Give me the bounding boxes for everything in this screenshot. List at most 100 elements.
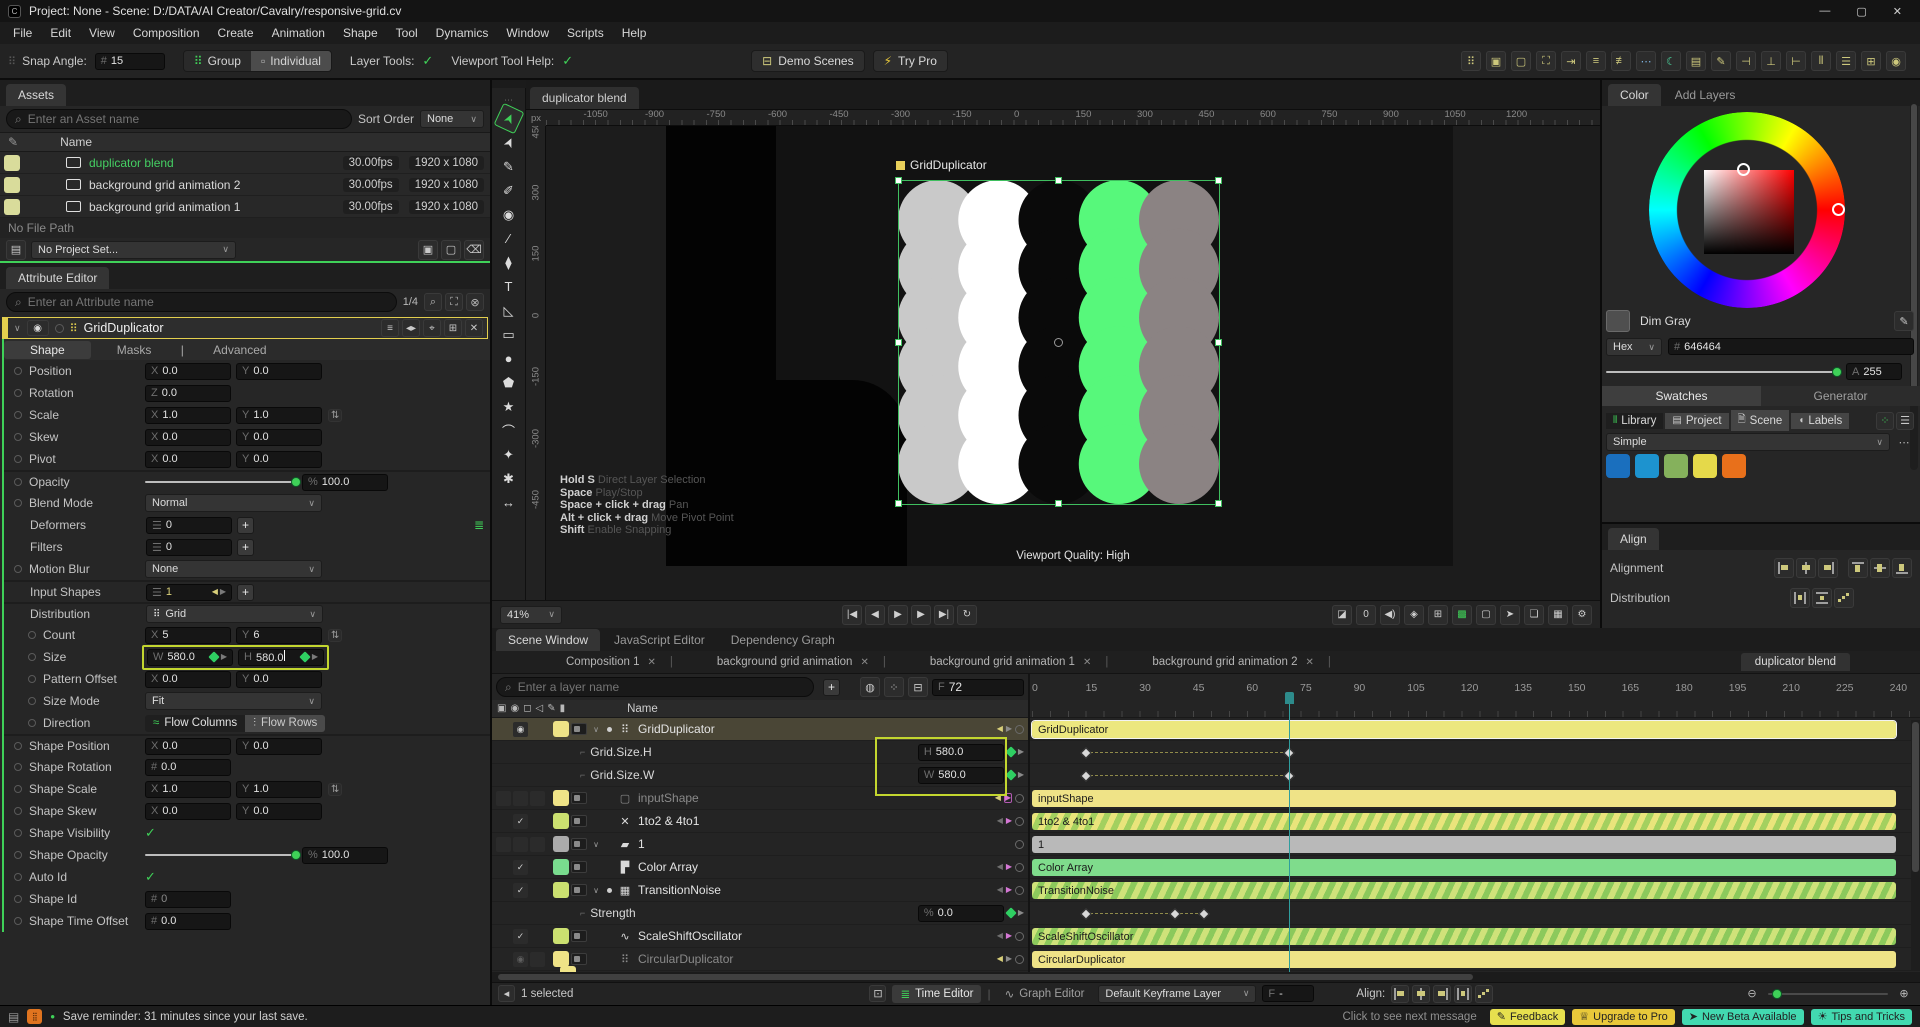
keyframe-dot[interactable] [14, 499, 22, 507]
snap-grid-icon[interactable]: ⠿ [1461, 51, 1481, 71]
align-center-v-button[interactable] [1870, 558, 1890, 578]
attr-field-Y[interactable]: Y0.0 [236, 429, 322, 446]
attr-field-Z[interactable]: Z0.0 [145, 385, 231, 402]
nib-tool-icon[interactable]: ⧫ [497, 251, 521, 274]
menu-dynamics[interactable]: Dynamics [427, 24, 498, 42]
viewport-tab[interactable]: duplicator blend [530, 87, 639, 109]
close-icon[interactable]: ✕ [648, 657, 656, 668]
comp-tab[interactable]: background grid animation✕ [703, 653, 883, 671]
layer-color-chip[interactable] [553, 836, 569, 852]
generator-tab[interactable]: Generator [1761, 386, 1920, 406]
arc-tool-icon[interactable]: ⌒ [497, 419, 521, 442]
keyframe-layer-dropdown[interactable]: Default Keyframe Layer∨ [1098, 985, 1256, 1003]
attr-tab-masks[interactable]: Masks [91, 341, 178, 359]
zoom-in-icon[interactable]: ⊕ [1894, 984, 1914, 1004]
align-bottom-button[interactable] [1892, 558, 1912, 578]
measure-tool-icon[interactable]: ◺ [497, 299, 521, 322]
timeline-ruler[interactable]: 0153045607590105120135150165180195210225… [1030, 674, 1920, 718]
keyframe-dot[interactable] [14, 807, 22, 815]
connection-circle[interactable] [1015, 863, 1024, 872]
list-view-icon[interactable]: ☰ [1896, 412, 1914, 430]
playhead[interactable] [1289, 704, 1290, 972]
next-key-icon[interactable]: ▶ [1018, 771, 1024, 779]
eye-icon[interactable]: ◉ [513, 722, 528, 737]
next-key-icon[interactable]: ▶ [1006, 817, 1012, 825]
timeline-bar[interactable]: inputShape [1032, 790, 1896, 807]
color-mode-dropdown[interactable]: Hex∨ [1606, 338, 1662, 356]
star-tool-icon[interactable]: ★ [497, 395, 521, 418]
keyframe-dot[interactable] [28, 675, 36, 683]
comp-tab[interactable]: background grid animation 2✕ [1138, 653, 1328, 671]
try-pro-button[interactable]: ⚡Try Pro [873, 50, 948, 72]
connection-circle[interactable] [1015, 932, 1024, 941]
project-folder-icon[interactable]: ▤ [6, 240, 26, 260]
attr-slider[interactable] [145, 481, 297, 483]
next-icon[interactable]: ▶ [220, 588, 226, 596]
next-key-icon[interactable]: ▶ [1006, 863, 1012, 871]
attr-field-X[interactable]: X0.0 [145, 671, 231, 688]
track-row[interactable] [1030, 741, 1920, 764]
magnet-icon[interactable]: ⛶ [1536, 51, 1556, 71]
utility-tool-icon[interactable]: ✱ [497, 467, 521, 490]
find-attr-icon[interactable]: ⌕ [424, 293, 442, 311]
next-key-icon[interactable]: ▶ [221, 653, 227, 661]
solo-toggle[interactable] [55, 324, 64, 333]
menu-tool[interactable]: Tool [387, 24, 427, 42]
track-row[interactable]: TransitionNoise [1030, 879, 1920, 902]
keyframe-icon[interactable] [299, 651, 310, 662]
color-swatch[interactable] [1722, 454, 1746, 478]
saturation-value-square[interactable] [1704, 170, 1794, 254]
attr-list-field[interactable]: ☰1◀▶ [146, 584, 232, 601]
panel-tab-javascript-editor[interactable]: JavaScript Editor [602, 629, 717, 651]
rows-icon[interactable]: ☰ [1836, 51, 1856, 71]
menu-help[interactable]: Help [613, 24, 656, 42]
close-icon[interactable]: ✕ [1305, 657, 1313, 668]
attr-field-X[interactable]: X0.0 [145, 803, 231, 820]
alpha-value-field[interactable]: A255 [1846, 363, 1902, 380]
camera-toggle[interactable] [571, 838, 587, 850]
enabled-checkbox[interactable]: ✓ [513, 860, 528, 875]
selection-handle[interactable] [1055, 177, 1062, 184]
next-key-icon[interactable]: ▶ [1018, 909, 1024, 917]
text-tool-icon[interactable]: T [497, 275, 521, 298]
layer-color-chip[interactable] [553, 813, 569, 829]
prev-icon[interactable]: ◀ [212, 588, 218, 596]
prev-next-icon[interactable]: ◂▸ [402, 319, 420, 337]
color-swatch[interactable] [1693, 454, 1717, 478]
attr-field-%[interactable]: %100.0 [302, 474, 388, 491]
display-icon[interactable]: ▢ [1476, 605, 1496, 625]
prev-key-icon[interactable]: ◀ [995, 794, 1001, 802]
more-options-icon[interactable]: ⋯ [1894, 432, 1914, 452]
next-key-icon[interactable]: ▶ [1006, 955, 1012, 963]
asset-color-chip[interactable] [4, 155, 20, 171]
keyframe-layer-frame-field[interactable]: F- [1262, 985, 1314, 1002]
add-layers-tab[interactable]: Add Layers [1663, 84, 1748, 106]
panel-tab-dependency-graph[interactable]: Dependency Graph [719, 629, 847, 651]
keyframe-diamond[interactable] [1080, 747, 1091, 758]
track-row[interactable] [1030, 902, 1920, 925]
attr-field-Y[interactable]: Y1.0 [236, 407, 322, 424]
keyframe-dot[interactable] [28, 631, 36, 639]
camera-toggle[interactable] [571, 792, 587, 804]
skip-to-end-button[interactable]: ▶| [934, 605, 954, 625]
layer-color-chip[interactable] [553, 721, 569, 737]
ruler-icon[interactable]: ▤ [1686, 51, 1706, 71]
track-row[interactable]: Color Array [1030, 856, 1920, 879]
collapse-icon[interactable]: ∨ [14, 323, 21, 334]
attr-tab-advanced[interactable]: Advanced [187, 341, 292, 359]
attr-field-X[interactable]: X0.0 [145, 738, 231, 755]
sparkle-tool-icon[interactable]: ✦ [497, 443, 521, 466]
status-badge[interactable]: ♕Upgrade to Pro [1572, 1009, 1674, 1025]
timeline-bar[interactable]: CircularDuplicator [1032, 951, 1896, 968]
link-xy-icon[interactable]: ⇅ [328, 409, 342, 422]
add-item-button[interactable]: + [237, 539, 254, 556]
project-set-dropdown[interactable]: No Project Set...∨ [31, 241, 236, 259]
align-center-icon[interactable]: ⊥ [1761, 51, 1781, 71]
track-row[interactable]: 1 [1030, 833, 1920, 856]
align-center-h-button[interactable] [1796, 558, 1816, 578]
keyframe-diamond[interactable] [1080, 770, 1091, 781]
align-keys-center-button[interactable] [1412, 985, 1430, 1003]
camera-toggle[interactable] [571, 953, 587, 965]
asset-color-chip[interactable] [4, 199, 20, 215]
attr-field-#[interactable]: #0 [145, 891, 231, 908]
